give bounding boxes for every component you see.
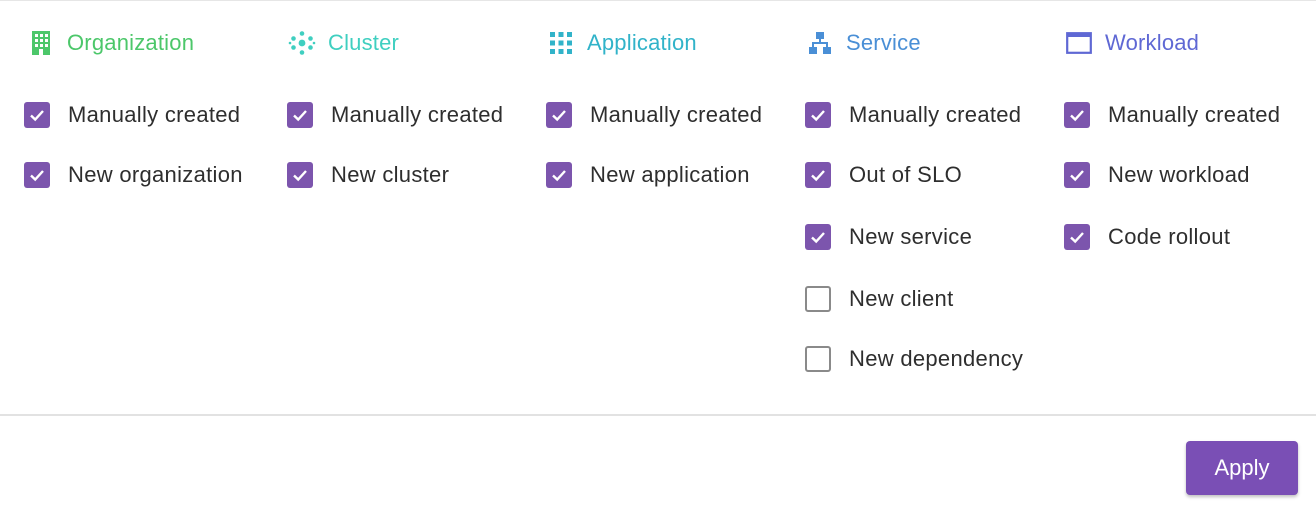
column-title: Workload — [1105, 30, 1200, 55]
grid-icon — [547, 29, 575, 57]
checkbox-checked[interactable] — [546, 102, 572, 128]
option-label: Manually created — [331, 102, 504, 127]
hierarchy-icon — [806, 29, 834, 57]
filter-columns: Organization Manually created New organi… — [0, 1, 1316, 413]
checkbox-checked[interactable] — [24, 102, 50, 128]
window-icon — [1065, 29, 1093, 57]
option-cluster-new-cluster[interactable]: New cluster — [287, 155, 449, 195]
checkbox-checked[interactable] — [805, 102, 831, 128]
option-workload-new-workload[interactable]: New workload — [1064, 155, 1250, 195]
checkbox-unchecked[interactable] — [805, 346, 831, 372]
option-label: New service — [849, 224, 973, 249]
column-header-cluster: Cluster — [288, 27, 399, 59]
checkbox-checked[interactable] — [546, 162, 572, 188]
column-header-organization: Organization — [27, 27, 194, 59]
column-title: Organization — [67, 30, 195, 55]
cluster-dots-icon — [288, 29, 316, 57]
checkbox-checked[interactable] — [24, 162, 50, 188]
column-header-application: Application — [547, 27, 697, 59]
checkbox-checked[interactable] — [1064, 162, 1090, 188]
option-application-new-application[interactable]: New application — [546, 155, 750, 195]
checkbox-checked[interactable] — [1064, 102, 1090, 128]
option-organization-manually-created[interactable]: Manually created — [24, 95, 240, 135]
filter-panel: Organization Manually created New organi… — [0, 0, 1316, 514]
option-service-new-dependency[interactable]: New dependency — [805, 339, 1023, 379]
building-icon — [27, 29, 55, 57]
checkbox-unchecked[interactable] — [805, 286, 831, 312]
checkbox-checked[interactable] — [287, 162, 313, 188]
option-workload-code-rollout[interactable]: Code rollout — [1064, 217, 1230, 257]
option-workload-manually-created[interactable]: Manually created — [1064, 95, 1280, 135]
option-label: Code rollout — [1108, 224, 1231, 249]
option-label: Manually created — [849, 102, 1022, 127]
option-label: Manually created — [590, 102, 763, 127]
option-label: New client — [849, 286, 954, 311]
option-label: New organization — [68, 162, 243, 187]
checkbox-checked[interactable] — [1064, 224, 1090, 250]
option-service-new-client[interactable]: New client — [805, 279, 953, 319]
footer-divider — [0, 414, 1316, 416]
column-title: Cluster — [328, 30, 400, 55]
option-cluster-manually-created[interactable]: Manually created — [287, 95, 503, 135]
column-header-workload: Workload — [1065, 27, 1199, 59]
checkbox-checked[interactable] — [287, 102, 313, 128]
option-service-new-service[interactable]: New service — [805, 217, 972, 257]
option-service-manually-created[interactable]: Manually created — [805, 95, 1021, 135]
checkbox-checked[interactable] — [805, 162, 831, 188]
checkbox-checked[interactable] — [805, 224, 831, 250]
option-service-out-of-slo[interactable]: Out of SLO — [805, 155, 962, 195]
option-label: Manually created — [1108, 102, 1281, 127]
option-organization-new-organization[interactable]: New organization — [24, 155, 243, 195]
column-title: Application — [587, 30, 697, 55]
option-label: New workload — [1108, 162, 1250, 187]
option-label: Manually created — [68, 102, 241, 127]
option-label: New cluster — [331, 162, 450, 187]
option-label: Out of SLO — [849, 162, 963, 187]
apply-button[interactable]: Apply — [1186, 441, 1298, 495]
column-title: Service — [846, 30, 921, 55]
column-header-service: Service — [806, 27, 921, 59]
option-label: New application — [590, 162, 750, 187]
option-label: New dependency — [849, 346, 1024, 371]
option-application-manually-created[interactable]: Manually created — [546, 95, 762, 135]
